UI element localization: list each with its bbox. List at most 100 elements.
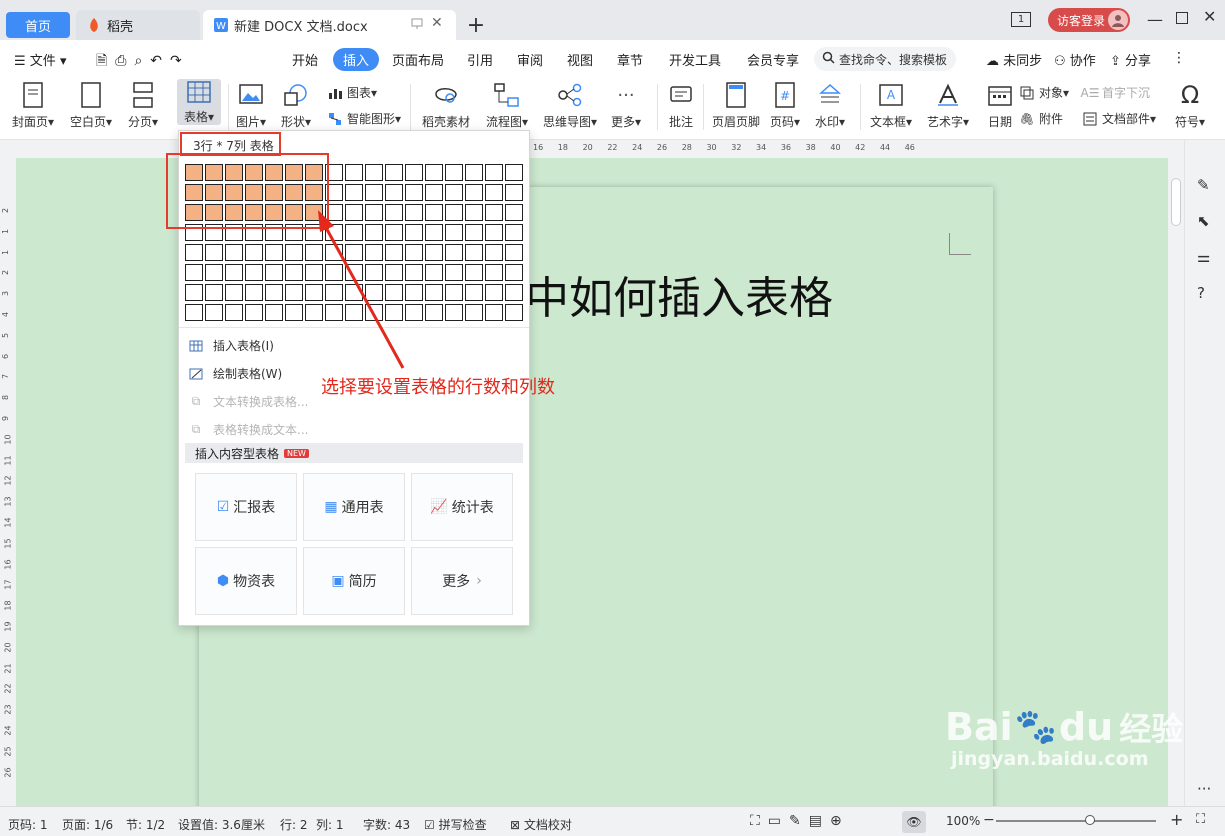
picture-button[interactable]: 图片▾ [236, 80, 266, 130]
menu-item-chapter[interactable]: 章节 [617, 50, 643, 69]
minimize-icon[interactable]: — [1147, 10, 1163, 29]
grid-cell[interactable] [485, 204, 503, 221]
comment-button[interactable]: 批注 [666, 80, 696, 130]
watermark-button[interactable]: 水印▾ [815, 80, 845, 130]
grid-cell[interactable] [385, 164, 403, 181]
grid-cell[interactable] [185, 264, 203, 281]
template-materials[interactable]: ⬢ 物资表 [195, 547, 297, 615]
grid-cell[interactable] [445, 244, 463, 261]
header-footer-button[interactable]: 页眉页脚 [712, 80, 760, 130]
menu-item-reference[interactable]: 引用 [467, 50, 493, 69]
grid-cell[interactable] [485, 284, 503, 301]
grid-cell[interactable] [465, 284, 483, 301]
close-window-icon[interactable]: ✕ [1203, 7, 1216, 26]
grid-cell[interactable] [505, 304, 523, 321]
grid-cell[interactable] [425, 244, 443, 261]
tab-home[interactable]: 首页 [6, 12, 70, 38]
more-menu-icon[interactable]: ⋮ [1172, 50, 1186, 66]
add-tab-button[interactable]: + [462, 12, 490, 38]
menu-item-insert[interactable]: 插入 [333, 48, 380, 71]
pen-icon[interactable]: ✎ [1197, 176, 1210, 194]
grid-cell[interactable] [445, 264, 463, 281]
collab-button[interactable]: ⚇ 协作 [1054, 50, 1096, 69]
insert-table-item[interactable]: 插入表格(I) [187, 337, 274, 354]
grid-cell[interactable] [445, 184, 463, 201]
grid-cell[interactable] [265, 244, 283, 261]
page-number-button[interactable]: # 页码▾ [770, 80, 800, 130]
visitor-login-button[interactable]: 访客登录 [1048, 8, 1130, 32]
grid-cell[interactable] [425, 284, 443, 301]
grid-cell[interactable] [465, 204, 483, 221]
template-more[interactable]: 更多 › [411, 547, 513, 615]
status-setting[interactable]: 设置值: 3.6厘米 [178, 816, 265, 833]
grid-cell[interactable] [465, 184, 483, 201]
maximize-icon[interactable] [1176, 12, 1188, 24]
symbol-button[interactable]: Ω 符号▾ [1175, 80, 1205, 130]
file-menu[interactable]: ☰ 文件 ▾ [14, 50, 66, 69]
more-button[interactable]: ··· 更多▾ [611, 80, 641, 130]
grid-cell[interactable] [245, 264, 263, 281]
sliders-icon[interactable]: ⚌ [1197, 248, 1210, 266]
grid-cell[interactable] [245, 284, 263, 301]
grid-cell[interactable] [485, 184, 503, 201]
grid-cell[interactable] [505, 224, 523, 241]
fit-page-icon[interactable]: ⛶ [1196, 812, 1205, 827]
grid-cell[interactable] [405, 184, 423, 201]
date-button[interactable]: 日期 [985, 80, 1015, 130]
document-title-text[interactable]: 中如何插入表格 [525, 262, 833, 326]
docparts-button[interactable]: 文档部件 ▾ [1082, 110, 1156, 127]
menu-item-layout[interactable]: 页面布局 [392, 50, 444, 69]
daoke-material-button[interactable]: 稻壳素材 [422, 80, 470, 130]
grid-cell[interactable] [465, 244, 483, 261]
flowchart-button[interactable]: 流程图▾ [486, 80, 528, 130]
help-icon[interactable]: ? [1197, 284, 1205, 302]
more-options-icon[interactable]: ··· [1197, 780, 1211, 798]
status-section[interactable]: 节: 1/2 [126, 816, 165, 833]
status-words[interactable]: 字数: 43 [363, 816, 410, 833]
grid-cell[interactable] [425, 304, 443, 321]
grid-cell[interactable] [225, 304, 243, 321]
vertical-ruler[interactable]: 2 1 1 2 3 4 5 6 7 8 9 10 11 12 13 14 15 16 17 18 19 20 21 22 23 2… [0, 158, 16, 806]
menu-item-review[interactable]: 审阅 [517, 50, 543, 69]
shape-button[interactable]: 形状▾ [281, 80, 311, 130]
grid-cell[interactable] [405, 164, 423, 181]
grid-cell[interactable] [265, 284, 283, 301]
grid-cell[interactable] [205, 264, 223, 281]
grid-cell[interactable] [505, 204, 523, 221]
grid-cell[interactable] [185, 244, 203, 261]
grid-cell[interactable] [225, 244, 243, 261]
grid-cell[interactable] [485, 264, 503, 281]
chart-button[interactable]: 图表 ▾ [327, 84, 377, 101]
grid-cell[interactable] [245, 244, 263, 261]
menu-item-start[interactable]: 开始 [292, 50, 318, 69]
grid-cell[interactable] [345, 184, 363, 201]
eye-protection-icon[interactable]: 👁 [902, 811, 926, 833]
grid-cell[interactable] [225, 284, 243, 301]
wordart-button[interactable]: 艺术字▾ [927, 80, 969, 130]
share-button[interactable]: ⇪ 分享 [1110, 50, 1151, 69]
grid-cell[interactable] [365, 184, 383, 201]
grid-cell[interactable] [365, 164, 383, 181]
object-button[interactable]: 对象 ▾ [1019, 84, 1069, 101]
grid-cell[interactable] [185, 304, 203, 321]
page-break-button[interactable]: 分页▾ [128, 80, 158, 130]
status-row[interactable]: 行: 2 [280, 816, 308, 833]
view-mode-icons[interactable]: ⛶▭✎▤⊕ [750, 813, 850, 829]
table-button[interactable]: 表格▾ [177, 79, 221, 125]
grid-cell[interactable] [445, 224, 463, 241]
grid-cell[interactable] [205, 284, 223, 301]
tab-document[interactable]: W 新建 DOCX 文档.docx ✕ [203, 10, 456, 40]
grid-cell[interactable] [425, 224, 443, 241]
grid-cell[interactable] [425, 264, 443, 281]
quick-access-toolbar[interactable]: 🗎⎙⌕↶↷ [96, 50, 190, 74]
grid-cell[interactable] [465, 164, 483, 181]
grid-cell[interactable] [505, 184, 523, 201]
grid-cell[interactable] [445, 284, 463, 301]
smartart-button[interactable]: 智能图形 ▾ [327, 110, 401, 127]
grid-cell[interactable] [445, 204, 463, 221]
grid-cell[interactable] [485, 224, 503, 241]
grid-cell[interactable] [505, 264, 523, 281]
status-col[interactable]: 列: 1 [316, 816, 344, 833]
template-stats[interactable]: 📈 统计表 [411, 473, 513, 541]
grid-cell[interactable] [445, 164, 463, 181]
